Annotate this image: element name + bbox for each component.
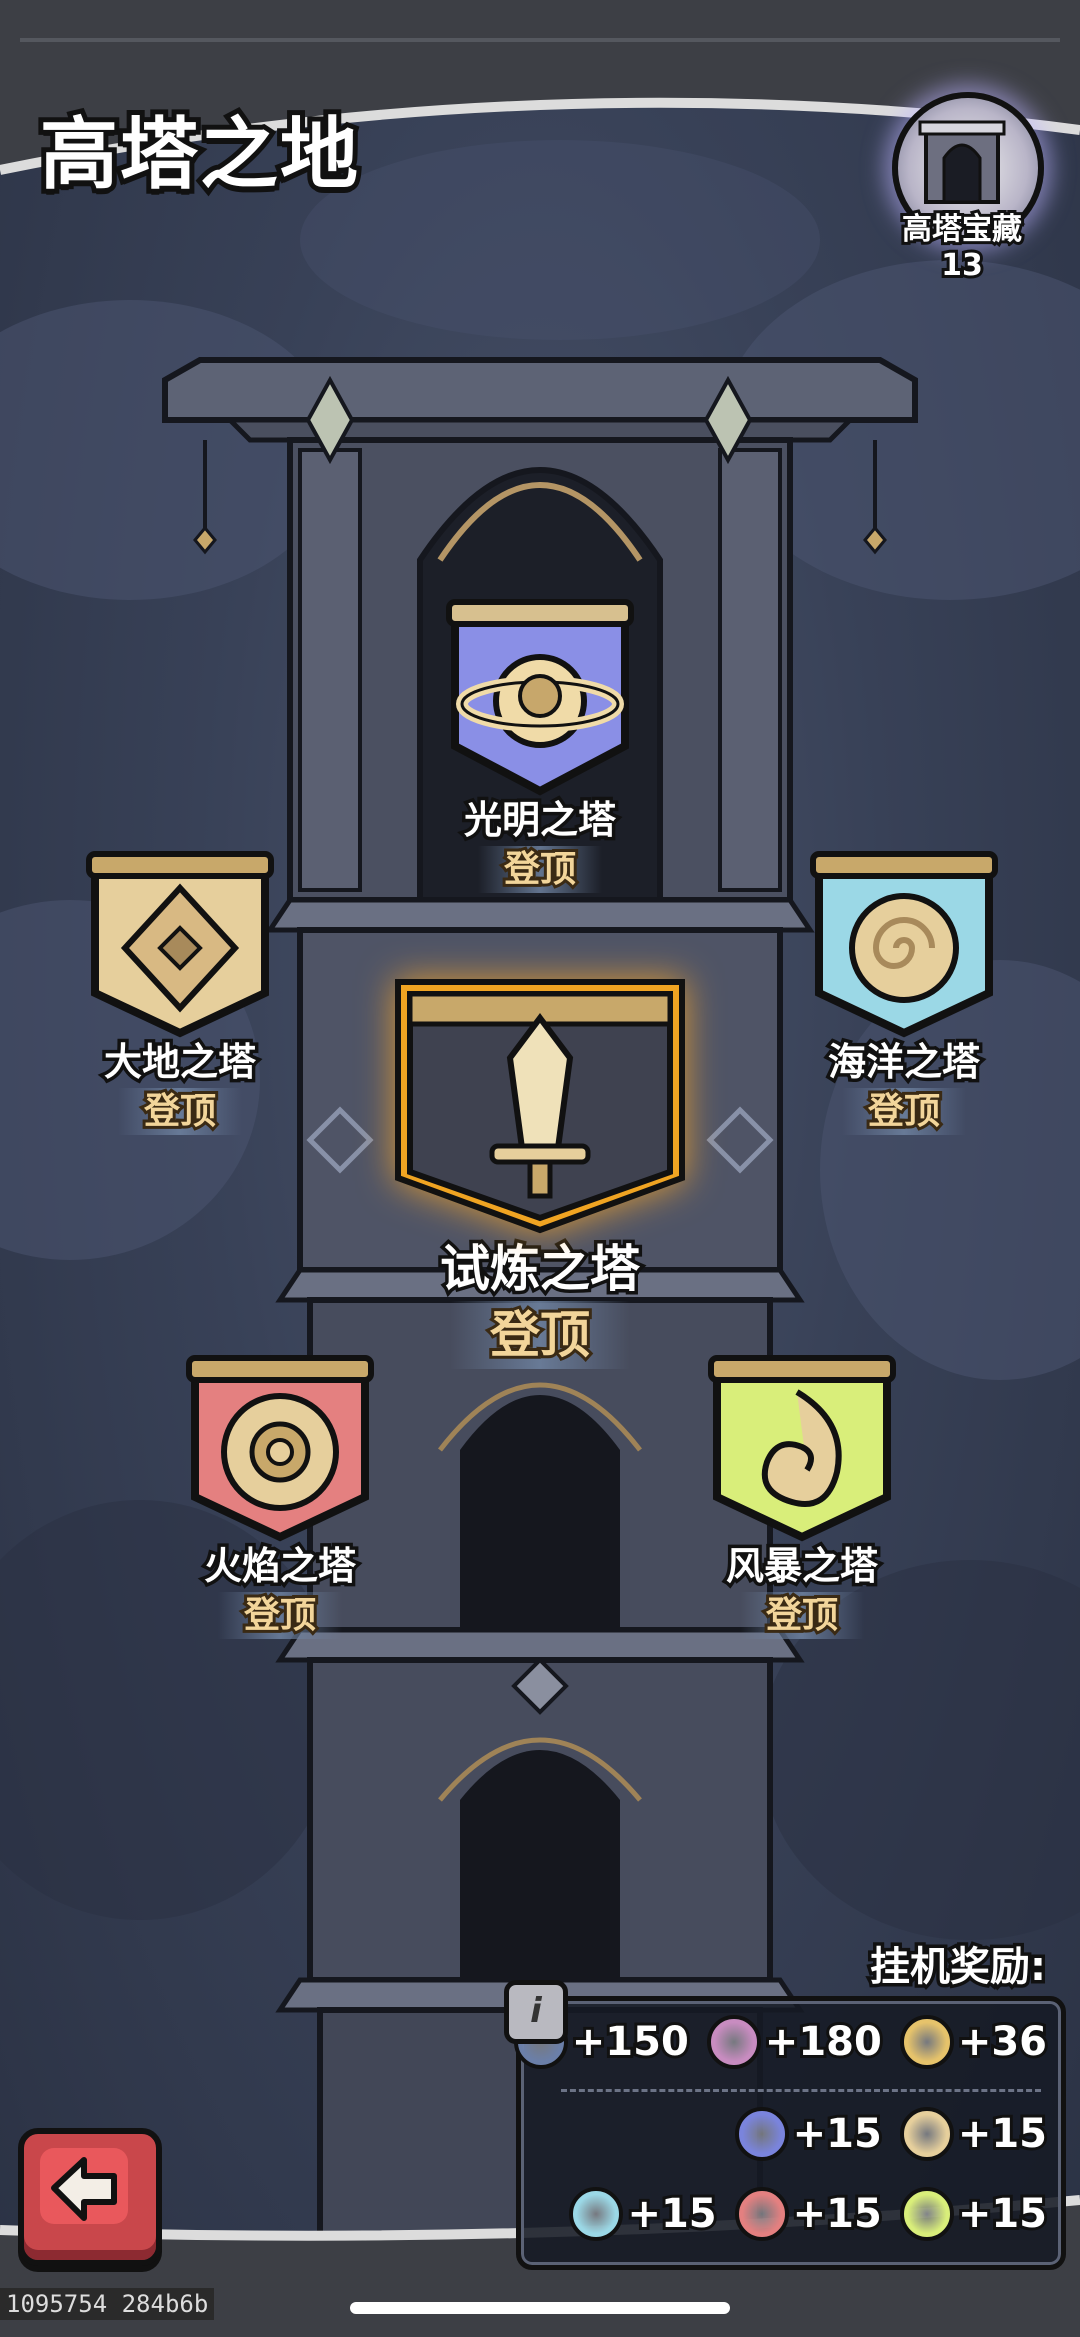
reward-value: +15 — [624, 2188, 719, 2240]
tower-ocean-climb-button[interactable]: 登顶 — [841, 1088, 966, 1135]
reward-item: +15 — [734, 2187, 885, 2241]
reward-value: +150 — [569, 2016, 692, 2068]
ocean-wave-icon — [810, 851, 998, 1038]
tower-earth-name: 大地之塔 — [100, 1038, 259, 1087]
tower-light-name: 光明之塔 — [460, 796, 619, 845]
reward-value: +15 — [790, 2108, 885, 2160]
treasure-label: 高塔宝藏 — [899, 209, 1025, 250]
reward-item: +15 — [899, 2107, 1050, 2161]
tower-earth-climb-button[interactable]: 登顶 — [117, 1088, 242, 1135]
reward-row-tokens-b: +15 +15 +15 — [557, 2187, 1050, 2241]
earth-token-icon — [899, 2107, 954, 2161]
tower-storm[interactable]: 风暴之塔 登顶 — [682, 1352, 922, 1639]
back-arrow-icon — [51, 2157, 117, 2221]
tower-fire[interactable]: 火焰之塔 登顶 — [160, 1352, 400, 1639]
fire-sun-icon — [186, 1355, 374, 1542]
back-button[interactable] — [18, 2128, 162, 2266]
pink-chalice-icon — [706, 2015, 761, 2069]
reward-value: +180 — [762, 2016, 885, 2068]
idle-rewards-panel: +150 +180 +36 +15 +15 +15 +15 +15 — [513, 1996, 1066, 2270]
game-screen: 高塔之地 高塔宝藏 13 光明之塔 登顶 大地之塔 登顶 海洋之塔 登顶 试炼之… — [0, 0, 1080, 2337]
reward-item: +15 — [734, 2107, 885, 2161]
tower-earth[interactable]: 大地之塔 登顶 — [60, 848, 300, 1135]
info-icon[interactable]: i — [504, 1980, 568, 2044]
reward-value: +36 — [955, 2016, 1050, 2068]
tower-ocean-name: 海洋之塔 — [824, 1038, 983, 1087]
treasure-count: 13 — [938, 245, 986, 286]
reward-item: +36 — [899, 2015, 1050, 2069]
reward-value: +15 — [955, 2108, 1050, 2160]
light-token-icon — [734, 2107, 789, 2161]
reward-row-currency: +150 +180 +36 — [502, 2015, 1050, 2069]
tower-fire-name: 火焰之塔 — [200, 1542, 359, 1591]
trial-sword-icon — [395, 979, 685, 1234]
tower-storm-climb-button[interactable]: 登顶 — [739, 1592, 864, 1639]
page-title: 高塔之地 — [35, 105, 363, 205]
tower-fire-climb-button[interactable]: 登顶 — [217, 1592, 342, 1639]
idle-rewards-title: 挂机奖励: — [867, 1941, 1050, 1994]
reward-item: +180 — [706, 2015, 885, 2069]
reward-item: +15 — [899, 2187, 1050, 2241]
fire-token-icon — [734, 2187, 789, 2241]
earth-crystal-icon — [86, 851, 274, 1038]
reward-divider — [561, 2089, 1041, 2092]
tower-light-climb-button[interactable]: 登顶 — [477, 846, 602, 893]
tower-ocean[interactable]: 海洋之塔 登顶 — [784, 848, 1024, 1135]
ocean-token-icon — [569, 2187, 624, 2241]
tower-light[interactable]: 光明之塔 登顶 — [420, 596, 660, 893]
storm-wind-icon — [708, 1355, 896, 1542]
golden-heart-icon — [899, 2015, 954, 2069]
storm-token-icon — [899, 2187, 954, 2241]
debug-id-label: 1095754 284b6b — [0, 2288, 215, 2320]
light-orb-icon — [446, 599, 634, 796]
tower-trial-climb-button[interactable]: 登顶 — [450, 1301, 630, 1369]
reward-value: +15 — [790, 2188, 885, 2240]
reward-row-tokens-a: +15 +15 — [723, 2107, 1050, 2161]
reward-item: +15 — [569, 2187, 720, 2241]
tower-trial[interactable]: 试炼之塔 登顶 — [370, 968, 710, 1369]
reward-value: +15 — [955, 2188, 1050, 2240]
tower-trial-name: 试炼之塔 — [437, 1238, 644, 1300]
tower-storm-name: 风暴之塔 — [722, 1542, 881, 1591]
tower-treasure-button[interactable]: 高塔宝藏 13 — [878, 92, 1046, 292]
home-indicator — [350, 2302, 730, 2314]
